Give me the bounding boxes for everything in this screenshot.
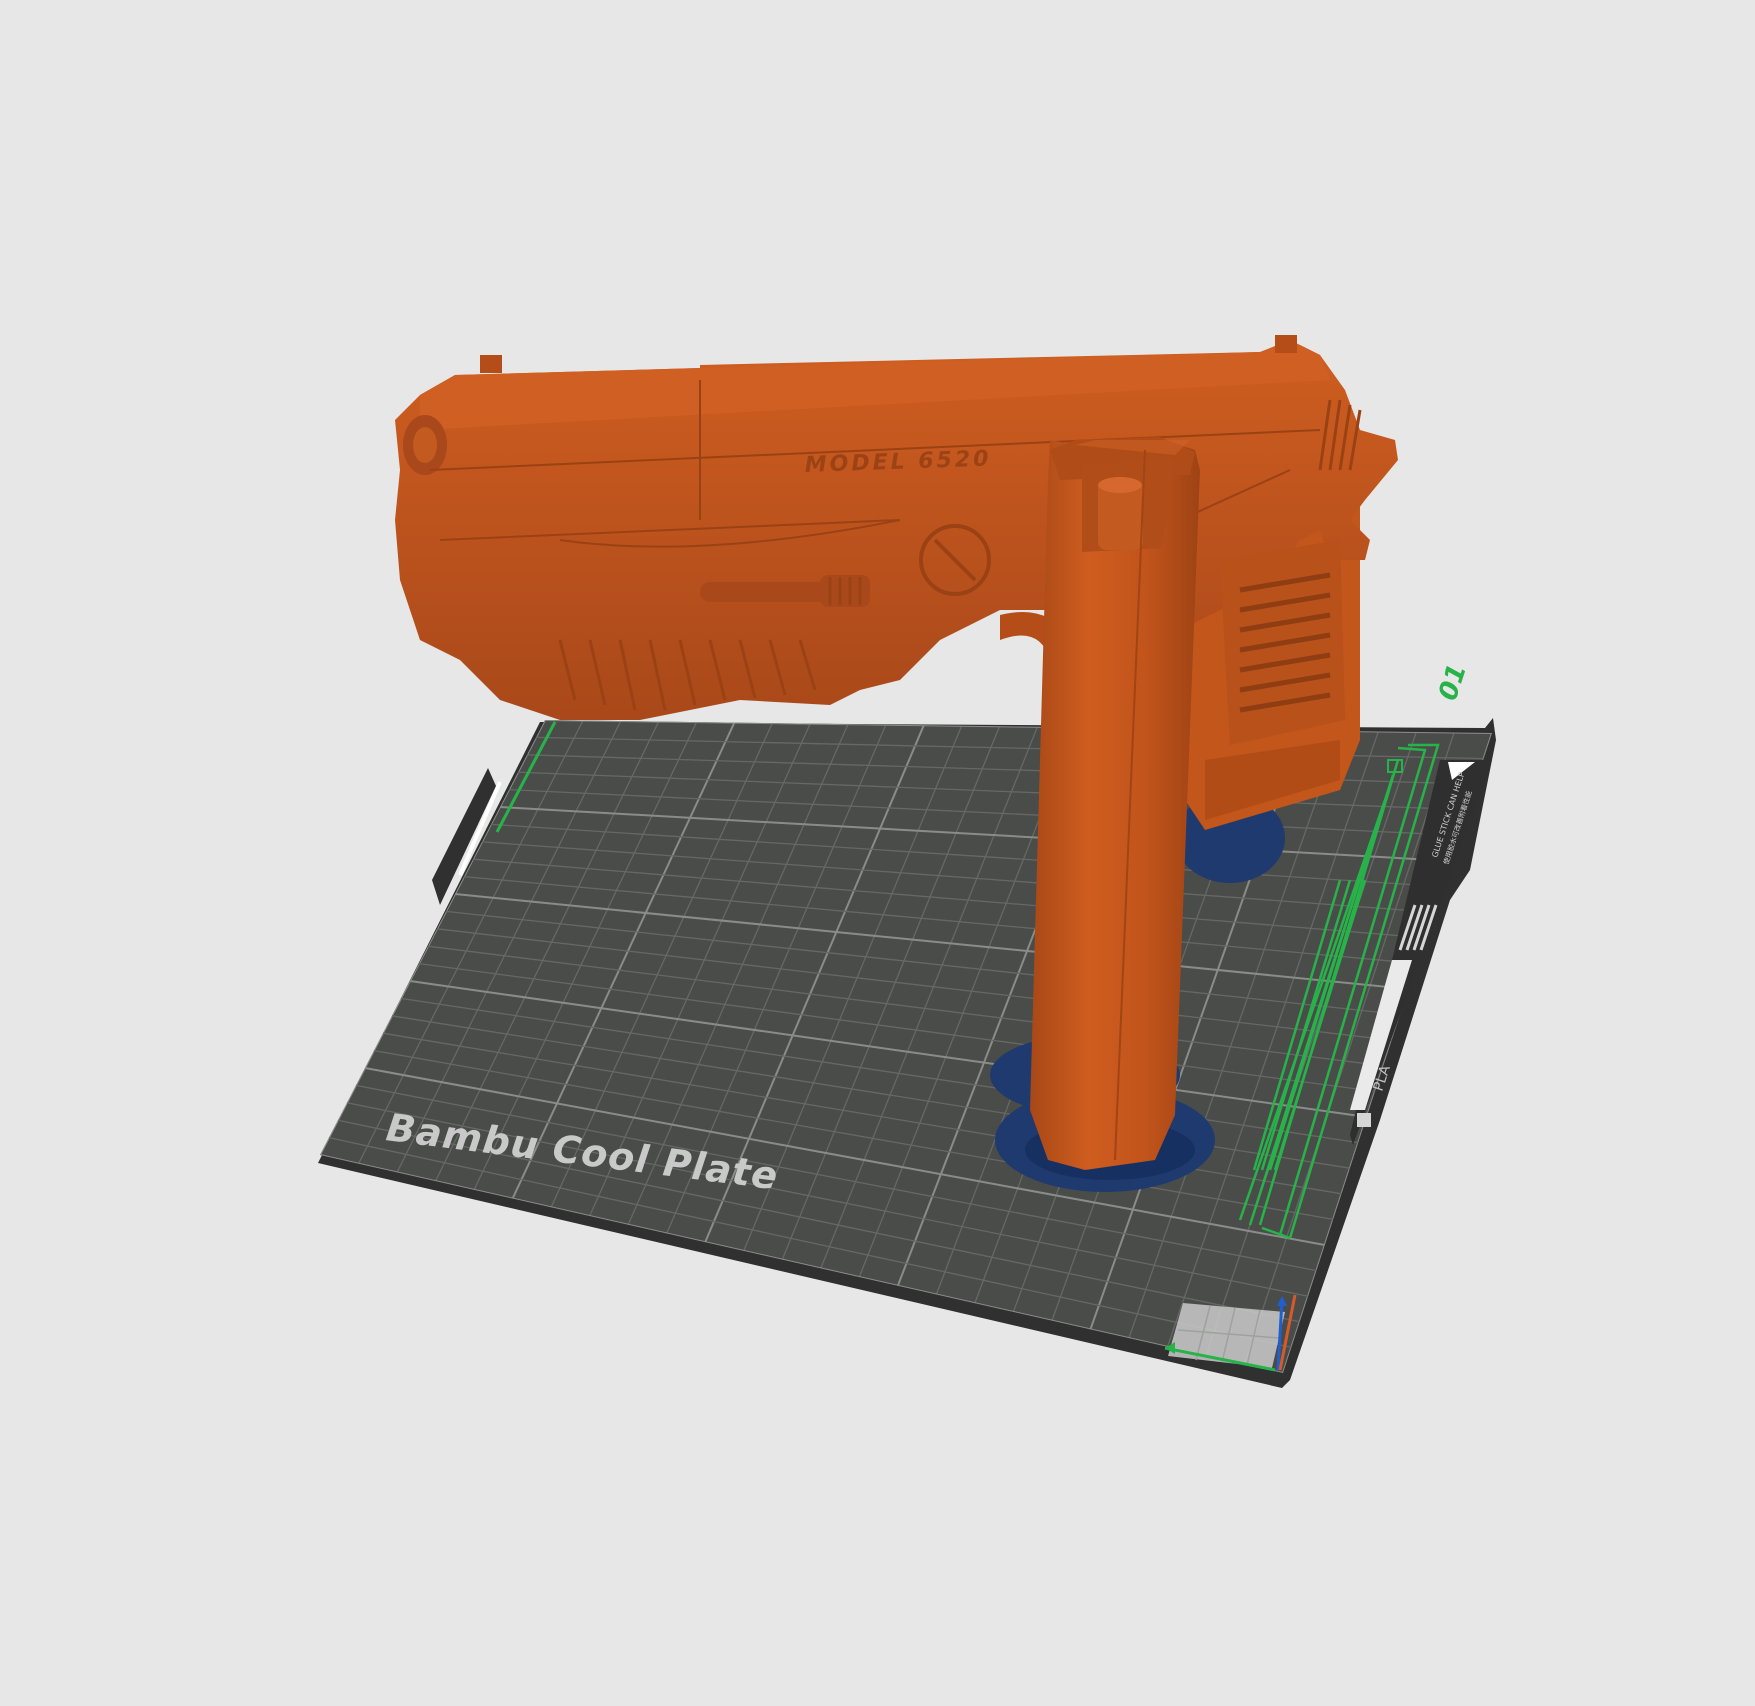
gun-front-sight — [480, 355, 502, 373]
plate-number: 01 — [1433, 660, 1473, 704]
scene-canvas[interactable]: PLA GLUE STICK CAN HELP 使用胶水可改善附着性能 01 B… — [0, 0, 1755, 1706]
gun-rear-sight — [1275, 335, 1297, 353]
support-post[interactable] — [1030, 437, 1200, 1170]
qr-code-icon — [1357, 1113, 1371, 1127]
3d-viewport[interactable]: PLA GLUE STICK CAN HELP 使用胶水可改善附着性能 01 B… — [0, 0, 1755, 1706]
